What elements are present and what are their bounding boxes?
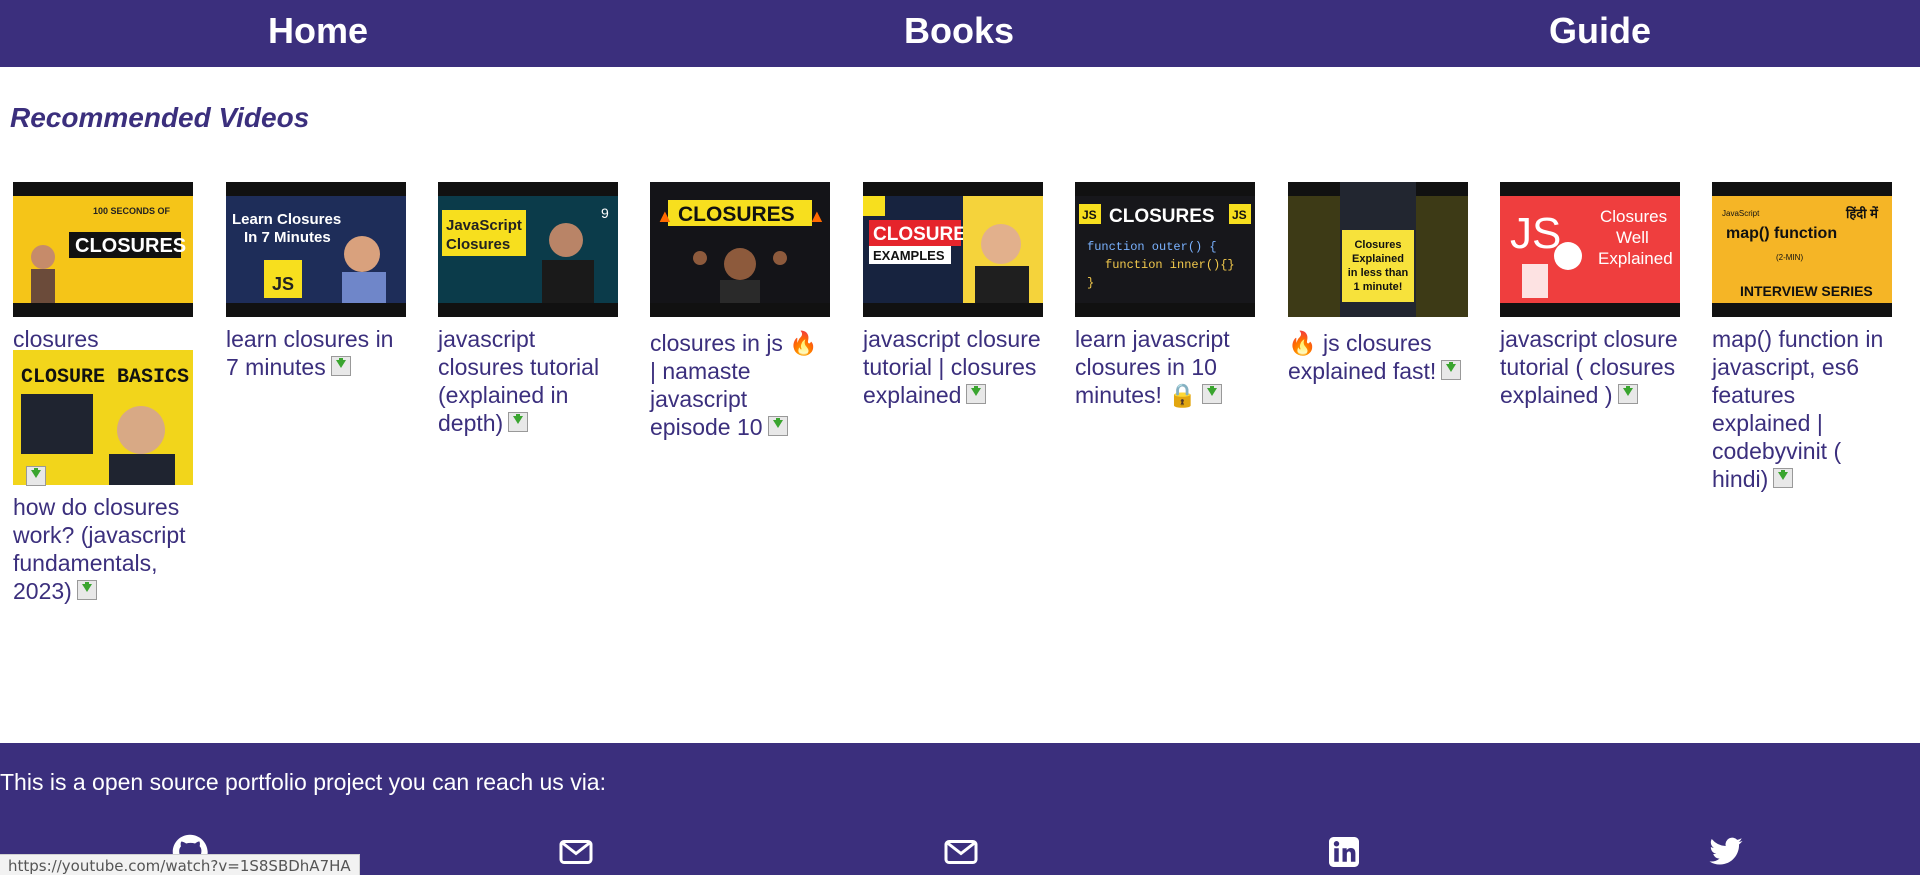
video-thumbnail[interactable]: 100 SECONDS OF CLOSURES [13, 182, 193, 317]
video-thumbnail[interactable]: CLOSURE BASICS [13, 350, 193, 485]
video-thumbnail[interactable]: JavaScript हिंदी में map() function (2-M… [1712, 182, 1892, 317]
download-icon[interactable] [1617, 383, 1638, 404]
download-icon[interactable] [1201, 383, 1222, 404]
svg-text:EXAMPLES: EXAMPLES [873, 248, 945, 263]
svg-text:JS: JS [1232, 208, 1247, 222]
status-bar-url: https://youtube.com/watch?v=1S8SBDhA7HA [0, 854, 360, 875]
video-thumbnail[interactable]: CLOSURE EXAMPLES [863, 182, 1043, 317]
download-icon[interactable] [330, 355, 351, 376]
download-icon[interactable] [76, 579, 97, 600]
svg-text:JavaScript: JavaScript [446, 217, 522, 234]
svg-text:Closures: Closures [446, 236, 510, 253]
video-card[interactable]: Learn Closures In 7 Minutes JS learn clo… [226, 182, 406, 381]
svg-text:CLOSURES: CLOSURES [1109, 206, 1215, 227]
mail-icon[interactable] [558, 834, 598, 874]
video-card[interactable]: CLOSURES ▲ ▲ closures in js 🔥 | namaste … [650, 182, 830, 441]
video-thumbnail[interactable]: JS JS CLOSURES function outer() { functi… [1075, 182, 1255, 317]
svg-text:▲: ▲ [656, 206, 674, 226]
video-title[interactable]: closures [13, 325, 193, 353]
linkedin-icon[interactable] [1326, 834, 1366, 874]
video-card[interactable]: 100 SECONDS OF CLOSURES closures [13, 182, 193, 353]
download-icon[interactable] [508, 411, 529, 432]
video-card[interactable]: JavaScript हिंदी में map() function (2-M… [1712, 182, 1892, 493]
svg-text:हिंदी में: हिंदी में [1845, 205, 1879, 221]
mail-icon[interactable] [943, 834, 983, 874]
thumb-sub: 100 SECONDS OF [93, 206, 171, 216]
video-card[interactable]: JavaScript Closures 9 javascript closure… [438, 182, 618, 437]
svg-text:}: } [1087, 276, 1094, 290]
video-card[interactable]: CLOSURE EXAMPLES javascript closure tuto… [863, 182, 1043, 409]
svg-text:CLOSURES: CLOSURES [678, 203, 795, 226]
svg-text:Closures: Closures [1354, 239, 1401, 251]
nav-books[interactable]: Books [809, 0, 1109, 62]
download-icon[interactable] [966, 383, 987, 404]
twitter-icon[interactable] [1708, 834, 1748, 874]
svg-text:INTERVIEW SERIES: INTERVIEW SERIES [1740, 283, 1873, 299]
top-nav: Home Books Guide [0, 0, 1920, 67]
svg-text:in less than: in less than [1348, 267, 1409, 279]
svg-text:Explained: Explained [1352, 253, 1404, 265]
svg-text:1 minute!: 1 minute! [1354, 281, 1403, 293]
svg-text:JavaScript: JavaScript [1722, 209, 1760, 218]
video-title[interactable]: javascript closure tutorial ( closures e… [1500, 325, 1680, 409]
video-thumbnail[interactable]: JavaScript Closures 9 [438, 182, 618, 317]
svg-text:Well: Well [1616, 228, 1649, 247]
video-thumbnail[interactable]: Closures Explained in less than 1 minute… [1288, 182, 1468, 317]
svg-text:9: 9 [601, 205, 609, 221]
video-card[interactable]: JS JS CLOSURES function outer() { functi… [1075, 182, 1255, 409]
video-title[interactable]: how do closures work? (javascript fundam… [13, 493, 193, 605]
nav-guide[interactable]: Guide [1450, 0, 1750, 62]
svg-text:(2-MIN): (2-MIN) [1776, 253, 1803, 262]
download-icon[interactable] [1773, 467, 1794, 488]
video-thumbnail[interactable]: JS Closures Well Explained [1500, 182, 1680, 317]
svg-text:JS: JS [272, 274, 294, 294]
svg-text:CLOSURE: CLOSURE [873, 224, 966, 245]
video-title[interactable]: learn closures in 7 minutes [226, 325, 406, 381]
svg-text:map() function: map() function [1726, 225, 1837, 242]
video-card[interactable]: CLOSURE BASICS how do closures work? (ja… [13, 350, 193, 605]
video-title[interactable]: map() function in javascript, es6 featur… [1712, 325, 1892, 493]
svg-text:JS: JS [1082, 208, 1097, 222]
svg-text:CLOSURE BASICS: CLOSURE BASICS [21, 366, 189, 389]
svg-text:▲: ▲ [808, 206, 826, 226]
svg-text:JS: JS [1510, 209, 1561, 258]
video-title[interactable]: closures in js 🔥 | namaste javascript ep… [650, 329, 830, 441]
video-card[interactable]: JS Closures Well Explained javascript cl… [1500, 182, 1680, 409]
svg-text:Closures: Closures [1600, 207, 1667, 226]
section-heading: Recommended Videos [10, 102, 310, 133]
download-icon[interactable] [26, 466, 46, 486]
svg-text:function inner(){}: function inner(){} [1105, 258, 1235, 272]
svg-text:Explained: Explained [1598, 249, 1673, 268]
video-title[interactable]: learn javascript closures in 10 minutes!… [1075, 325, 1255, 409]
video-thumbnail[interactable]: Learn Closures In 7 Minutes JS [226, 182, 406, 317]
download-icon[interactable] [1441, 359, 1462, 380]
video-card[interactable]: Closures Explained in less than 1 minute… [1288, 182, 1468, 385]
svg-text:function outer() {: function outer() { [1087, 240, 1217, 254]
video-title[interactable]: javascript closure tutorial | closures e… [863, 325, 1043, 409]
video-title[interactable]: 🔥 js closures explained fast! [1288, 329, 1468, 385]
svg-text:In 7 Minutes: In 7 Minutes [244, 229, 331, 246]
video-title[interactable]: javascript closures tutorial (explained … [438, 325, 618, 437]
download-icon[interactable] [767, 415, 788, 436]
nav-home[interactable]: Home [168, 0, 468, 62]
svg-text:Learn Closures: Learn Closures [232, 211, 341, 228]
thumb-title: CLOSURES [75, 235, 186, 257]
video-thumbnail[interactable]: CLOSURES ▲ ▲ [650, 182, 830, 317]
footer-text: This is a open source portfolio project … [0, 769, 606, 795]
